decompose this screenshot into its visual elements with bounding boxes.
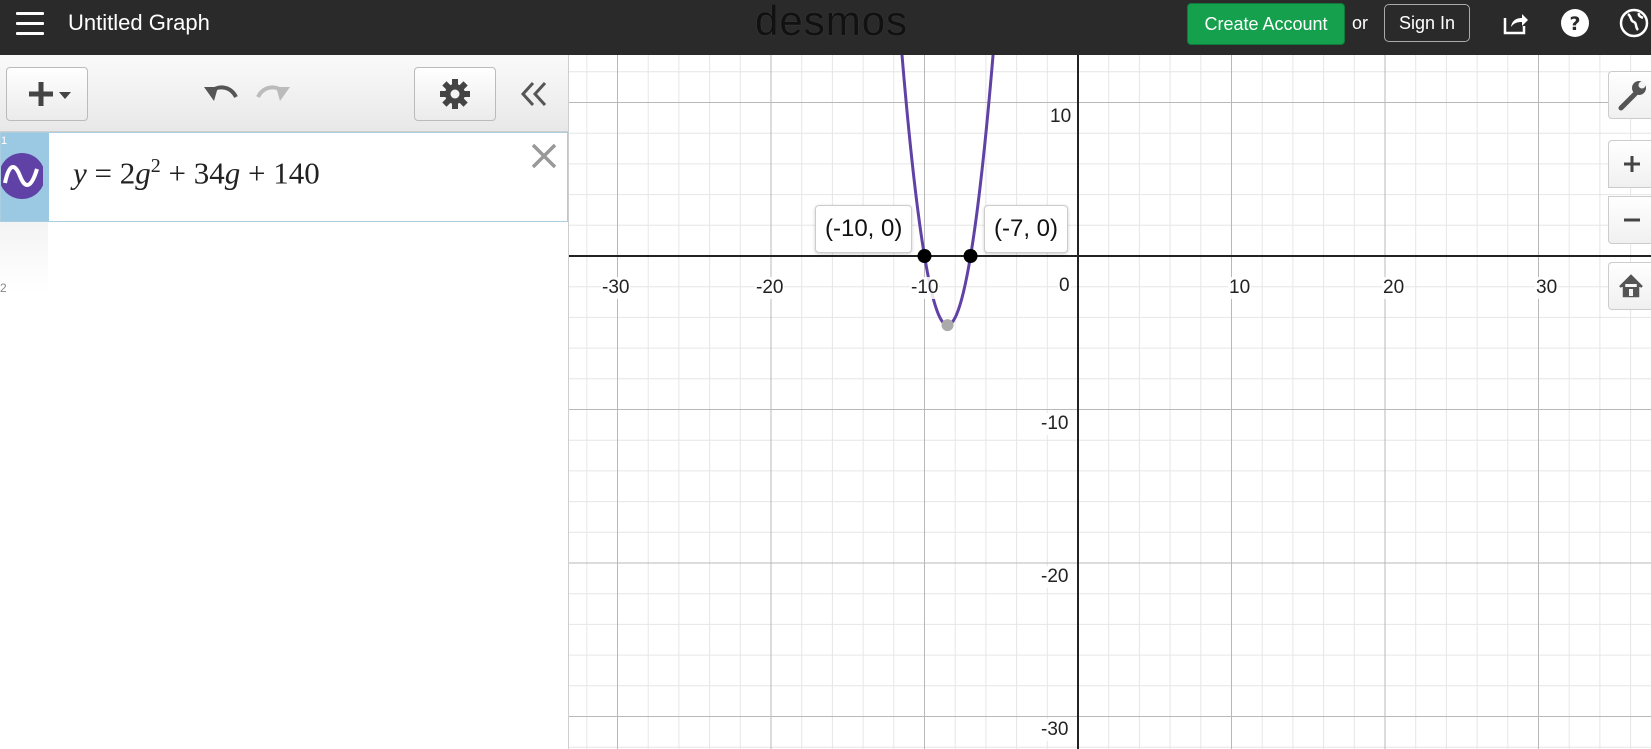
zoom-out-button[interactable] xyxy=(1608,196,1651,244)
hamburger-menu-icon[interactable] xyxy=(16,10,44,38)
y-tick-label: -20 xyxy=(1040,566,1070,588)
x-tick-label: -30 xyxy=(601,277,631,299)
graph-settings-wrench-icon[interactable] xyxy=(1608,71,1651,119)
next-expression-index: 2 xyxy=(0,281,7,295)
svg-text:?: ? xyxy=(1569,13,1580,35)
empty-expression-row[interactable] xyxy=(48,222,568,294)
x-intercept-point xyxy=(917,249,932,263)
point-label-right[interactable]: (-7, 0) xyxy=(984,205,1069,253)
collapse-panel-icon[interactable] xyxy=(515,77,551,111)
point-label-left[interactable]: (-10, 0) xyxy=(815,205,913,253)
add-item-button[interactable] xyxy=(6,67,88,121)
language-globe-icon[interactable] xyxy=(1619,8,1649,38)
create-account-button[interactable]: Create Account xyxy=(1187,3,1345,45)
expression-toolbar xyxy=(0,55,568,132)
graph-canvas[interactable]: -30 -20 -10 0 10 20 30 10 -10 -20 -30 (-… xyxy=(569,55,1651,749)
graph-svg[interactable] xyxy=(569,55,1651,749)
expression-color-tab[interactable]: 1 xyxy=(1,133,49,221)
x-tick-label: 30 xyxy=(1535,277,1559,299)
x-intercept-point xyxy=(963,249,978,263)
top-bar: Untitled Graph desmos Create Account or … xyxy=(0,0,1651,56)
expression-index: 1 xyxy=(1,135,8,147)
x-tick-label: 20 xyxy=(1382,277,1406,299)
share-icon[interactable] xyxy=(1500,8,1530,38)
vertex-point xyxy=(941,319,954,332)
gear-icon xyxy=(440,79,470,109)
expression-row[interactable]: 1 y = 2g2 + 34g + 140 xyxy=(0,132,568,222)
next-expression-tab[interactable] xyxy=(0,222,48,294)
graph-title[interactable]: Untitled Graph xyxy=(68,9,210,37)
expression-math-input[interactable]: y = 2g2 + 34g + 140 xyxy=(73,155,320,191)
desmos-logo: desmos xyxy=(755,0,909,44)
x-tick-label: -20 xyxy=(755,277,785,299)
x-tick-label: 0 xyxy=(1058,275,1071,297)
home-icon xyxy=(1619,274,1643,298)
expression-panel: 1 y = 2g2 + 34g + 140 2 xyxy=(0,55,569,749)
redo-icon[interactable] xyxy=(252,77,292,111)
zoom-in-button[interactable] xyxy=(1608,140,1651,188)
y-tick-label: -30 xyxy=(1040,719,1070,741)
undo-icon[interactable] xyxy=(202,77,242,111)
home-default-view-button[interactable] xyxy=(1608,262,1651,310)
graph-toggle-icon[interactable] xyxy=(1,153,43,199)
y-tick-label: 10 xyxy=(1049,106,1073,128)
x-tick-label: -10 xyxy=(910,277,940,299)
delete-expression-icon[interactable] xyxy=(529,141,559,171)
graph-settings-button[interactable] xyxy=(414,67,496,121)
sign-in-button[interactable]: Sign In xyxy=(1384,4,1470,42)
y-tick-label: -10 xyxy=(1040,413,1070,435)
x-tick-label: 10 xyxy=(1228,277,1252,299)
help-icon[interactable]: ? xyxy=(1560,8,1590,38)
or-text: or xyxy=(1352,13,1369,33)
